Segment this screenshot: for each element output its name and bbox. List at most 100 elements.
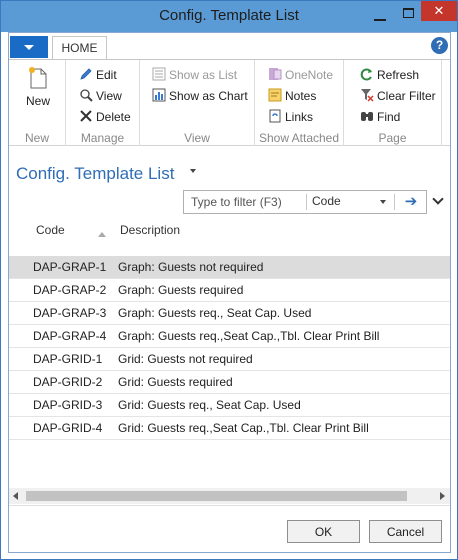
onenote-label: OneNote <box>285 68 334 82</box>
onenote-button[interactable]: OneNote <box>268 66 333 86</box>
links-icon <box>269 109 281 123</box>
find-label: Find <box>377 110 401 124</box>
scroll-right-icon[interactable] <box>440 492 445 500</box>
ribbon-group-new: New New <box>9 60 66 146</box>
delete-x-icon <box>80 110 92 122</box>
group-label-view: View <box>184 131 210 145</box>
new-button[interactable]: New <box>20 66 56 110</box>
window-title: Config. Template List <box>159 7 299 24</box>
divider <box>394 194 395 210</box>
cell-code: DAP-GRAP-1 <box>33 260 107 274</box>
clear-filter-icon <box>361 89 374 102</box>
cell-code: DAP-GRAP-2 <box>33 283 107 297</box>
tab-home[interactable]: HOME <box>52 36 107 60</box>
group-label-new: New <box>24 131 49 145</box>
cell-description: Graph: Guests required <box>118 283 244 297</box>
application-menu-button[interactable] <box>10 36 48 58</box>
chevron-down-icon[interactable] <box>190 169 196 173</box>
group-label-show-attached: Show Attached <box>258 131 340 145</box>
chevron-down-icon[interactable] <box>432 193 444 205</box>
minimize-button[interactable] <box>374 9 386 21</box>
list-icon <box>152 67 166 81</box>
onenote-icon <box>269 68 282 80</box>
table-row[interactable]: DAP-GRID-3 Grid: Guests req., Seat Cap. … <box>9 394 450 417</box>
cell-description: Grid: Guests req.,Seat Cap.,Tbl. Clear P… <box>118 421 369 435</box>
table-body: DAP-GRAP-1 Graph: Guests not required DA… <box>9 256 450 440</box>
view-button[interactable]: View <box>79 87 122 107</box>
cell-description: Graph: Guests not required <box>118 260 264 274</box>
arrow-right-icon[interactable]: ➔ <box>398 191 424 213</box>
group-label-page: Page <box>378 131 407 145</box>
edit-label: Edit <box>96 68 117 82</box>
restore-button[interactable] <box>403 8 414 18</box>
show-as-chart-button[interactable]: Show as Chart <box>152 87 248 107</box>
table-row[interactable]: DAP-GRAP-2 Graph: Guests required <box>9 279 450 302</box>
divider <box>306 194 307 210</box>
view-label: View <box>96 89 122 103</box>
refresh-label: Refresh <box>377 68 420 82</box>
page-title[interactable]: Config. Template List <box>16 164 174 184</box>
table-header: Code Description <box>9 217 450 253</box>
edit-button[interactable]: Edit <box>79 66 117 86</box>
table-row[interactable]: DAP-GRAP-4 Graph: Guests req.,Seat Cap.,… <box>9 325 450 348</box>
column-header-description[interactable]: Description <box>120 223 180 237</box>
dialog-footer: OK Cancel <box>9 505 450 552</box>
delete-button[interactable]: Delete <box>79 108 131 128</box>
ribbon-group-page: Refresh Clear Filter Find Page <box>344 60 442 146</box>
cell-description: Grid: Guests not required <box>118 352 253 366</box>
ribbon-group-manage: Edit View Delete Manage <box>66 60 140 146</box>
links-button[interactable]: Links <box>268 108 313 128</box>
chevron-down-icon[interactable] <box>380 200 386 204</box>
cancel-button[interactable]: Cancel <box>369 520 442 543</box>
notes-button[interactable]: Notes <box>268 87 316 107</box>
cell-code: DAP-GRID-3 <box>33 398 103 412</box>
notes-icon <box>268 88 282 102</box>
cell-code: DAP-GRAP-4 <box>33 329 107 343</box>
ok-button[interactable]: OK <box>287 520 360 543</box>
delete-label: Delete <box>96 110 131 124</box>
close-button[interactable]: ✕ <box>421 1 457 21</box>
ribbon-group-view: Show as List Show as Chart View <box>140 60 255 146</box>
table-row[interactable]: DAP-GRID-2 Grid: Guests required <box>9 371 450 394</box>
binoculars-icon <box>361 112 373 121</box>
chevron-down-icon <box>24 45 34 50</box>
new-label: New <box>25 94 50 108</box>
filter-box: Code ➔ <box>183 190 427 214</box>
column-header-code[interactable]: Code <box>36 223 65 237</box>
table-row[interactable]: DAP-GRAP-1 Graph: Guests not required <box>9 256 450 279</box>
ribbon-tabstrip: HOME ? <box>9 33 450 60</box>
table-row[interactable]: DAP-GRAP-3 Graph: Guests req., Seat Cap.… <box>9 302 450 325</box>
clear-filter-label: Clear Filter <box>377 89 436 103</box>
filter-field-select[interactable]: Code <box>312 194 341 208</box>
show-as-chart-label: Show as Chart <box>169 89 248 103</box>
show-as-list-button[interactable]: Show as List <box>152 66 237 86</box>
cell-description: Graph: Guests req.,Seat Cap.,Tbl. Clear … <box>118 329 380 343</box>
cell-description: Grid: Guests required <box>118 375 233 389</box>
filter-input[interactable] <box>184 191 306 213</box>
help-icon[interactable]: ? <box>431 37 448 54</box>
show-as-list-label: Show as List <box>169 68 238 82</box>
clear-filter-button[interactable]: Clear Filter <box>360 87 436 107</box>
magnifier-icon <box>80 89 93 102</box>
scrollbar-thumb[interactable] <box>26 491 407 501</box>
sort-ascending-icon <box>98 232 106 237</box>
window-client: HOME ? New New Edit View Delete Manage S… <box>8 32 451 553</box>
table-row[interactable]: DAP-GRID-1 Grid: Guests not required <box>9 348 450 371</box>
links-label: Links <box>285 110 314 124</box>
group-label-manage: Manage <box>80 131 125 145</box>
scroll-left-icon[interactable] <box>13 492 18 500</box>
title-bar[interactable]: Config. Template List ✕ <box>1 1 457 32</box>
table-row[interactable]: DAP-GRID-4 Grid: Guests req.,Seat Cap.,T… <box>9 417 450 440</box>
refresh-button[interactable]: Refresh <box>360 66 419 86</box>
pencil-icon <box>80 68 92 80</box>
notes-label: Notes <box>285 89 317 103</box>
horizontal-scrollbar[interactable] <box>9 488 450 504</box>
cell-code: DAP-GRID-1 <box>33 352 103 366</box>
cell-code: DAP-GRAP-3 <box>33 306 107 320</box>
cell-description: Graph: Guests req., Seat Cap. Used <box>118 306 312 320</box>
cell-code: DAP-GRID-2 <box>33 375 103 389</box>
cell-description: Grid: Guests req., Seat Cap. Used <box>118 398 301 412</box>
find-button[interactable]: Find <box>360 108 400 128</box>
cell-code: DAP-GRID-4 <box>33 421 103 435</box>
refresh-icon <box>360 68 372 81</box>
